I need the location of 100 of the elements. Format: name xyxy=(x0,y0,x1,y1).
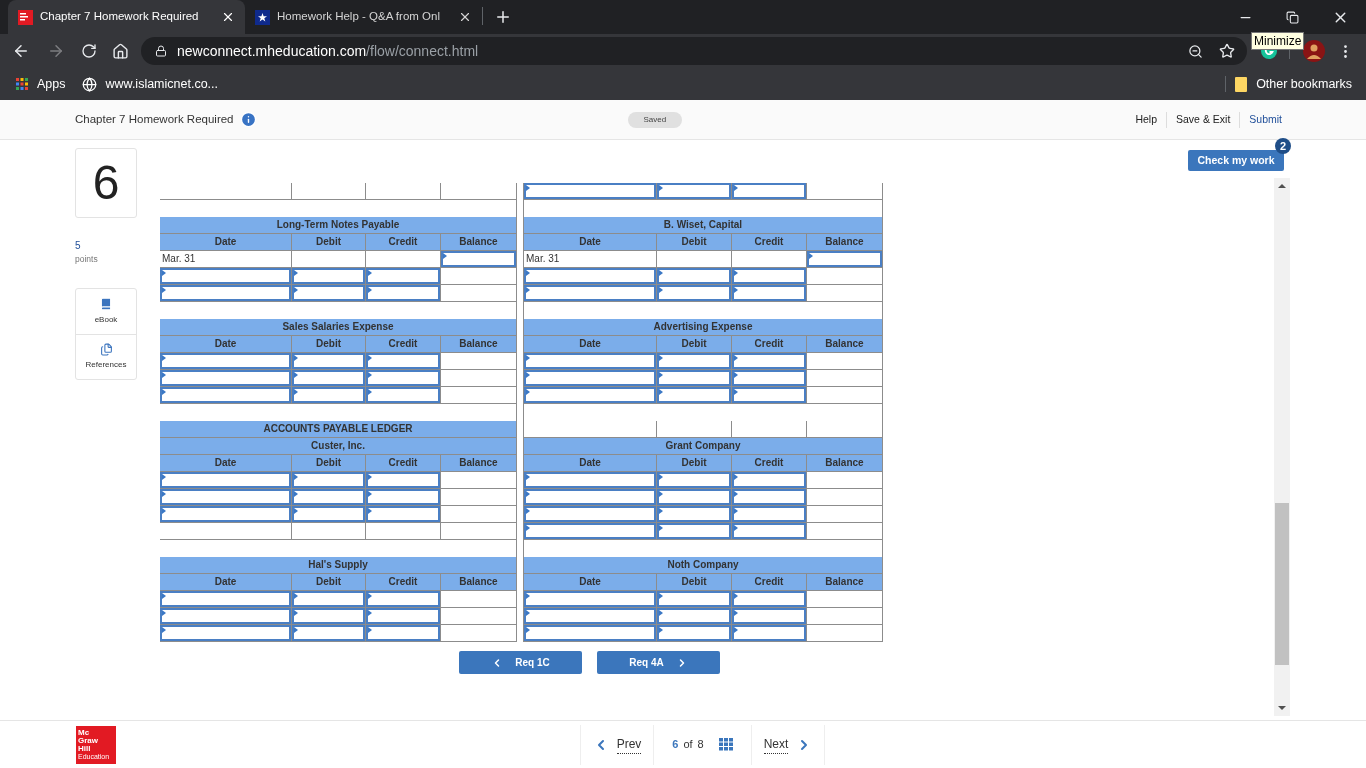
input-field[interactable] xyxy=(160,608,291,624)
avatar[interactable] xyxy=(1303,40,1325,62)
input-field[interactable] xyxy=(524,387,656,403)
input-field[interactable] xyxy=(732,285,806,301)
input-field[interactable] xyxy=(366,285,440,301)
input-field[interactable] xyxy=(366,472,440,488)
input-field[interactable] xyxy=(524,183,656,199)
input-field[interactable] xyxy=(657,387,731,403)
requirement-button[interactable]: Req 1C xyxy=(459,651,582,674)
header-link[interactable]: Help xyxy=(1135,111,1158,128)
prev-link[interactable]: Prev xyxy=(581,735,653,754)
input-field[interactable] xyxy=(160,370,291,386)
input-field[interactable] xyxy=(524,523,656,539)
reload-icon[interactable] xyxy=(81,43,97,59)
input-field[interactable] xyxy=(732,489,806,505)
input-field[interactable] xyxy=(657,489,731,505)
input-field[interactable] xyxy=(657,353,731,369)
input-field[interactable] xyxy=(524,472,656,488)
input-field[interactable] xyxy=(160,489,291,505)
bookmark-star-icon[interactable] xyxy=(1219,43,1235,59)
input-field[interactable] xyxy=(732,591,806,607)
input-field[interactable] xyxy=(524,625,656,641)
tool-button[interactable]: References xyxy=(76,333,136,379)
forward-icon[interactable] xyxy=(47,42,65,60)
input-field[interactable] xyxy=(366,608,440,624)
input-field[interactable] xyxy=(732,370,806,386)
bookmark-item[interactable]: www.islamicnet.co... xyxy=(81,74,219,94)
input-field[interactable] xyxy=(292,387,365,403)
input-field[interactable] xyxy=(292,625,365,641)
input-field[interactable] xyxy=(366,489,440,505)
input-field[interactable] xyxy=(524,608,656,624)
input-field[interactable] xyxy=(732,625,806,641)
input-field[interactable] xyxy=(732,608,806,624)
input-field[interactable] xyxy=(657,183,731,199)
input-field[interactable] xyxy=(366,387,440,403)
header-link[interactable]: Save & Exit xyxy=(1176,111,1231,128)
bookmark-item[interactable]: Apps xyxy=(16,74,66,94)
input-field[interactable] xyxy=(160,506,291,522)
info-icon[interactable] xyxy=(239,111,257,128)
input-field[interactable] xyxy=(292,591,365,607)
input-field[interactable] xyxy=(732,268,806,284)
close-icon[interactable] xyxy=(458,10,472,24)
input-field[interactable] xyxy=(366,268,440,284)
check-work-button[interactable]: Check my work xyxy=(1188,150,1284,172)
browser-tab[interactable]: Chapter 7 Homework Required xyxy=(8,0,245,34)
input-field[interactable] xyxy=(160,387,291,403)
input-field[interactable] xyxy=(524,489,656,505)
input-field[interactable] xyxy=(292,268,365,284)
address-bar[interactable]: newconnect.mheducation.com/flow/connect.html xyxy=(141,37,1247,65)
input-field[interactable] xyxy=(292,370,365,386)
input-field[interactable] xyxy=(732,472,806,488)
close-icon[interactable] xyxy=(221,10,235,24)
browser-tab[interactable]: Homework Help - Q&A from Onl xyxy=(245,0,482,34)
tool-button[interactable]: eBook xyxy=(76,288,136,334)
input-field[interactable] xyxy=(160,268,291,284)
input-field[interactable] xyxy=(657,523,731,539)
input-field[interactable] xyxy=(292,472,365,488)
input-field[interactable] xyxy=(657,506,731,522)
input-field[interactable] xyxy=(524,285,656,301)
input-field[interactable] xyxy=(292,353,365,369)
next-link[interactable]: Next xyxy=(752,735,824,754)
input-field[interactable] xyxy=(657,472,731,488)
restore-icon[interactable] xyxy=(1286,10,1299,24)
input-field[interactable] xyxy=(366,591,440,607)
input-field[interactable] xyxy=(657,268,731,284)
input-field[interactable] xyxy=(807,251,882,267)
input-field[interactable] xyxy=(292,489,365,505)
input-field[interactable] xyxy=(292,608,365,624)
input-field[interactable] xyxy=(366,506,440,522)
input-field[interactable] xyxy=(292,285,365,301)
input-field[interactable] xyxy=(732,506,806,522)
home-icon[interactable] xyxy=(112,42,129,60)
input-field[interactable] xyxy=(160,353,291,369)
input-field[interactable] xyxy=(160,472,291,488)
input-field[interactable] xyxy=(657,285,731,301)
back-icon[interactable] xyxy=(12,42,30,60)
input-field[interactable] xyxy=(657,625,731,641)
input-field[interactable] xyxy=(160,285,291,301)
input-field[interactable] xyxy=(292,506,365,522)
grid-icon[interactable] xyxy=(718,738,733,751)
input-field[interactable] xyxy=(657,370,731,386)
input-field[interactable] xyxy=(657,591,731,607)
new-tab-icon[interactable] xyxy=(494,8,512,26)
scrollbar[interactable] xyxy=(1274,178,1290,716)
input-field[interactable] xyxy=(732,387,806,403)
bookmark-folder[interactable]: Other bookmarks xyxy=(1235,74,1352,94)
header-link[interactable]: Submit xyxy=(1249,111,1282,128)
input-field[interactable] xyxy=(524,353,656,369)
requirement-button[interactable]: Req 4A xyxy=(597,651,720,674)
input-field[interactable] xyxy=(366,370,440,386)
input-field[interactable] xyxy=(441,251,516,267)
input-field[interactable] xyxy=(366,625,440,641)
input-field[interactable] xyxy=(524,506,656,522)
input-field[interactable] xyxy=(366,353,440,369)
input-field[interactable] xyxy=(732,183,806,199)
input-field[interactable] xyxy=(657,608,731,624)
input-field[interactable] xyxy=(732,353,806,369)
input-field[interactable] xyxy=(524,268,656,284)
input-field[interactable] xyxy=(524,591,656,607)
input-field[interactable] xyxy=(160,625,291,641)
